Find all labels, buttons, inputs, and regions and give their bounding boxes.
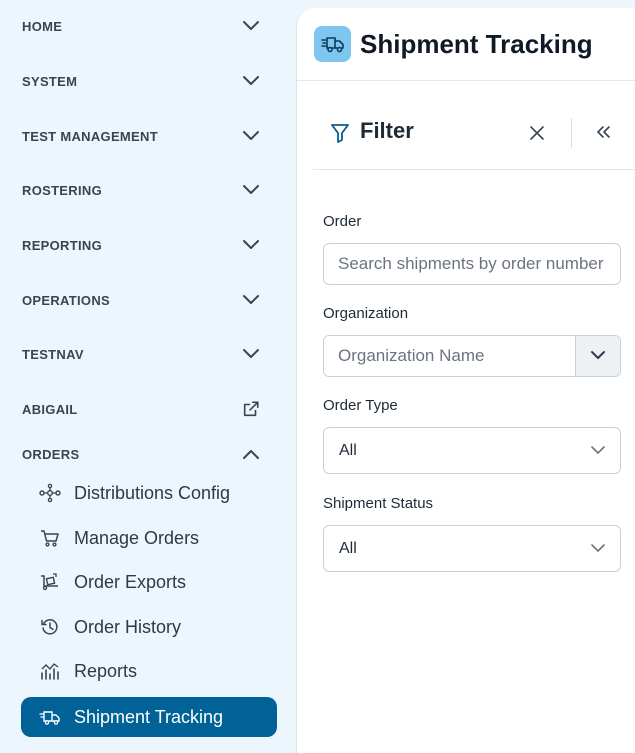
shipment-status-value: All xyxy=(339,539,357,557)
chevron-down-icon xyxy=(242,236,260,254)
chevron-up-icon xyxy=(242,445,260,463)
chevron-down-icon xyxy=(242,72,260,90)
sidebar-item-reports[interactable]: Reports xyxy=(21,651,277,691)
sidebar-item-label: Order History xyxy=(74,616,182,637)
chevron-down-icon xyxy=(242,181,260,199)
sidebar-section-label: OPERATIONS xyxy=(22,292,110,308)
history-icon xyxy=(39,616,61,638)
main-panel: Shipment Tracking Filter Order Organizat… xyxy=(296,8,635,753)
sidebar-item-label: Manage Orders xyxy=(74,527,200,548)
sidebar-section-label: TEST MANAGEMENT xyxy=(22,128,158,144)
sidebar-section-testnav[interactable]: TESTNAV xyxy=(0,336,296,372)
sidebar: HOME SYSTEM TEST MANAGEMENT ROSTERING RE… xyxy=(0,0,296,753)
cart-icon xyxy=(39,527,61,549)
close-icon[interactable] xyxy=(527,123,547,143)
sidebar-item-shipment-tracking[interactable]: Shipment Tracking xyxy=(21,697,277,737)
filter-header: Filter xyxy=(313,104,635,170)
sidebar-item-label: Shipment Tracking xyxy=(74,706,224,727)
sidebar-section-label: ORDERS xyxy=(22,446,80,462)
sidebar-section-rostering[interactable]: ROSTERING xyxy=(0,172,296,208)
filter-title: Filter xyxy=(360,118,414,143)
sidebar-item-manage-orders[interactable]: Manage Orders xyxy=(21,518,277,558)
chevron-down-icon xyxy=(242,345,260,363)
export-icon xyxy=(39,571,61,593)
sidebar-section-label: SYSTEM xyxy=(22,73,78,89)
sidebar-item-label: Order Exports xyxy=(74,571,187,592)
page-header: Shipment Tracking xyxy=(297,8,635,81)
chevron-down-icon xyxy=(242,127,260,145)
sidebar-section-label: ABIGAIL xyxy=(22,401,78,417)
sidebar-section-orders[interactable]: ORDERS xyxy=(0,436,296,472)
sidebar-section-home[interactable]: HOME xyxy=(0,8,296,44)
chevron-down-icon xyxy=(242,291,260,309)
reports-icon xyxy=(39,660,61,682)
sidebar-section-system[interactable]: SYSTEM xyxy=(0,63,296,99)
organization-label: Organization xyxy=(323,305,409,322)
collapse-panel-icon[interactable] xyxy=(593,122,613,142)
filter-icon xyxy=(330,122,350,149)
chevron-down-icon xyxy=(590,442,606,460)
organization-combobox xyxy=(323,335,621,377)
sidebar-item-label: Distributions Config xyxy=(74,482,231,503)
order-label: Order xyxy=(323,213,362,230)
chevron-down-icon xyxy=(590,540,606,558)
sidebar-section-label: ROSTERING xyxy=(22,182,102,198)
sidebar-item-distributions-config[interactable]: Distributions Config xyxy=(21,473,277,513)
shipment-status-label: Shipment Status xyxy=(323,495,434,512)
distribution-icon xyxy=(39,482,61,504)
sidebar-section-test-management[interactable]: TEST MANAGEMENT xyxy=(0,118,296,154)
sidebar-section-label: REPORTING xyxy=(22,237,102,253)
page-title: Shipment Tracking xyxy=(360,28,593,59)
sidebar-section-label: TESTNAV xyxy=(22,346,84,362)
organization-input[interactable] xyxy=(324,336,575,376)
sidebar-section-operations[interactable]: OPERATIONS xyxy=(0,282,296,318)
order-type-value: All xyxy=(339,441,357,459)
chevron-down-icon xyxy=(590,347,606,365)
divider xyxy=(571,118,572,148)
truck-icon xyxy=(39,706,61,728)
order-search-input[interactable] xyxy=(323,243,621,285)
sidebar-section-abigail[interactable]: ABIGAIL xyxy=(0,391,296,427)
chevron-down-icon xyxy=(242,17,260,35)
sidebar-item-order-history[interactable]: Order History xyxy=(21,607,277,647)
sidebar-item-order-exports[interactable]: Order Exports xyxy=(21,562,277,602)
sidebar-section-label: HOME xyxy=(22,18,63,34)
external-link-icon xyxy=(242,400,260,418)
sidebar-section-reporting[interactable]: REPORTING xyxy=(0,227,296,263)
truck-icon xyxy=(314,26,351,62)
organization-dropdown-button[interactable] xyxy=(575,336,620,376)
order-type-label: Order Type xyxy=(323,397,398,414)
sidebar-item-label: Reports xyxy=(74,660,138,681)
order-type-select[interactable]: All xyxy=(323,427,621,474)
shipment-status-select[interactable]: All xyxy=(323,525,621,572)
